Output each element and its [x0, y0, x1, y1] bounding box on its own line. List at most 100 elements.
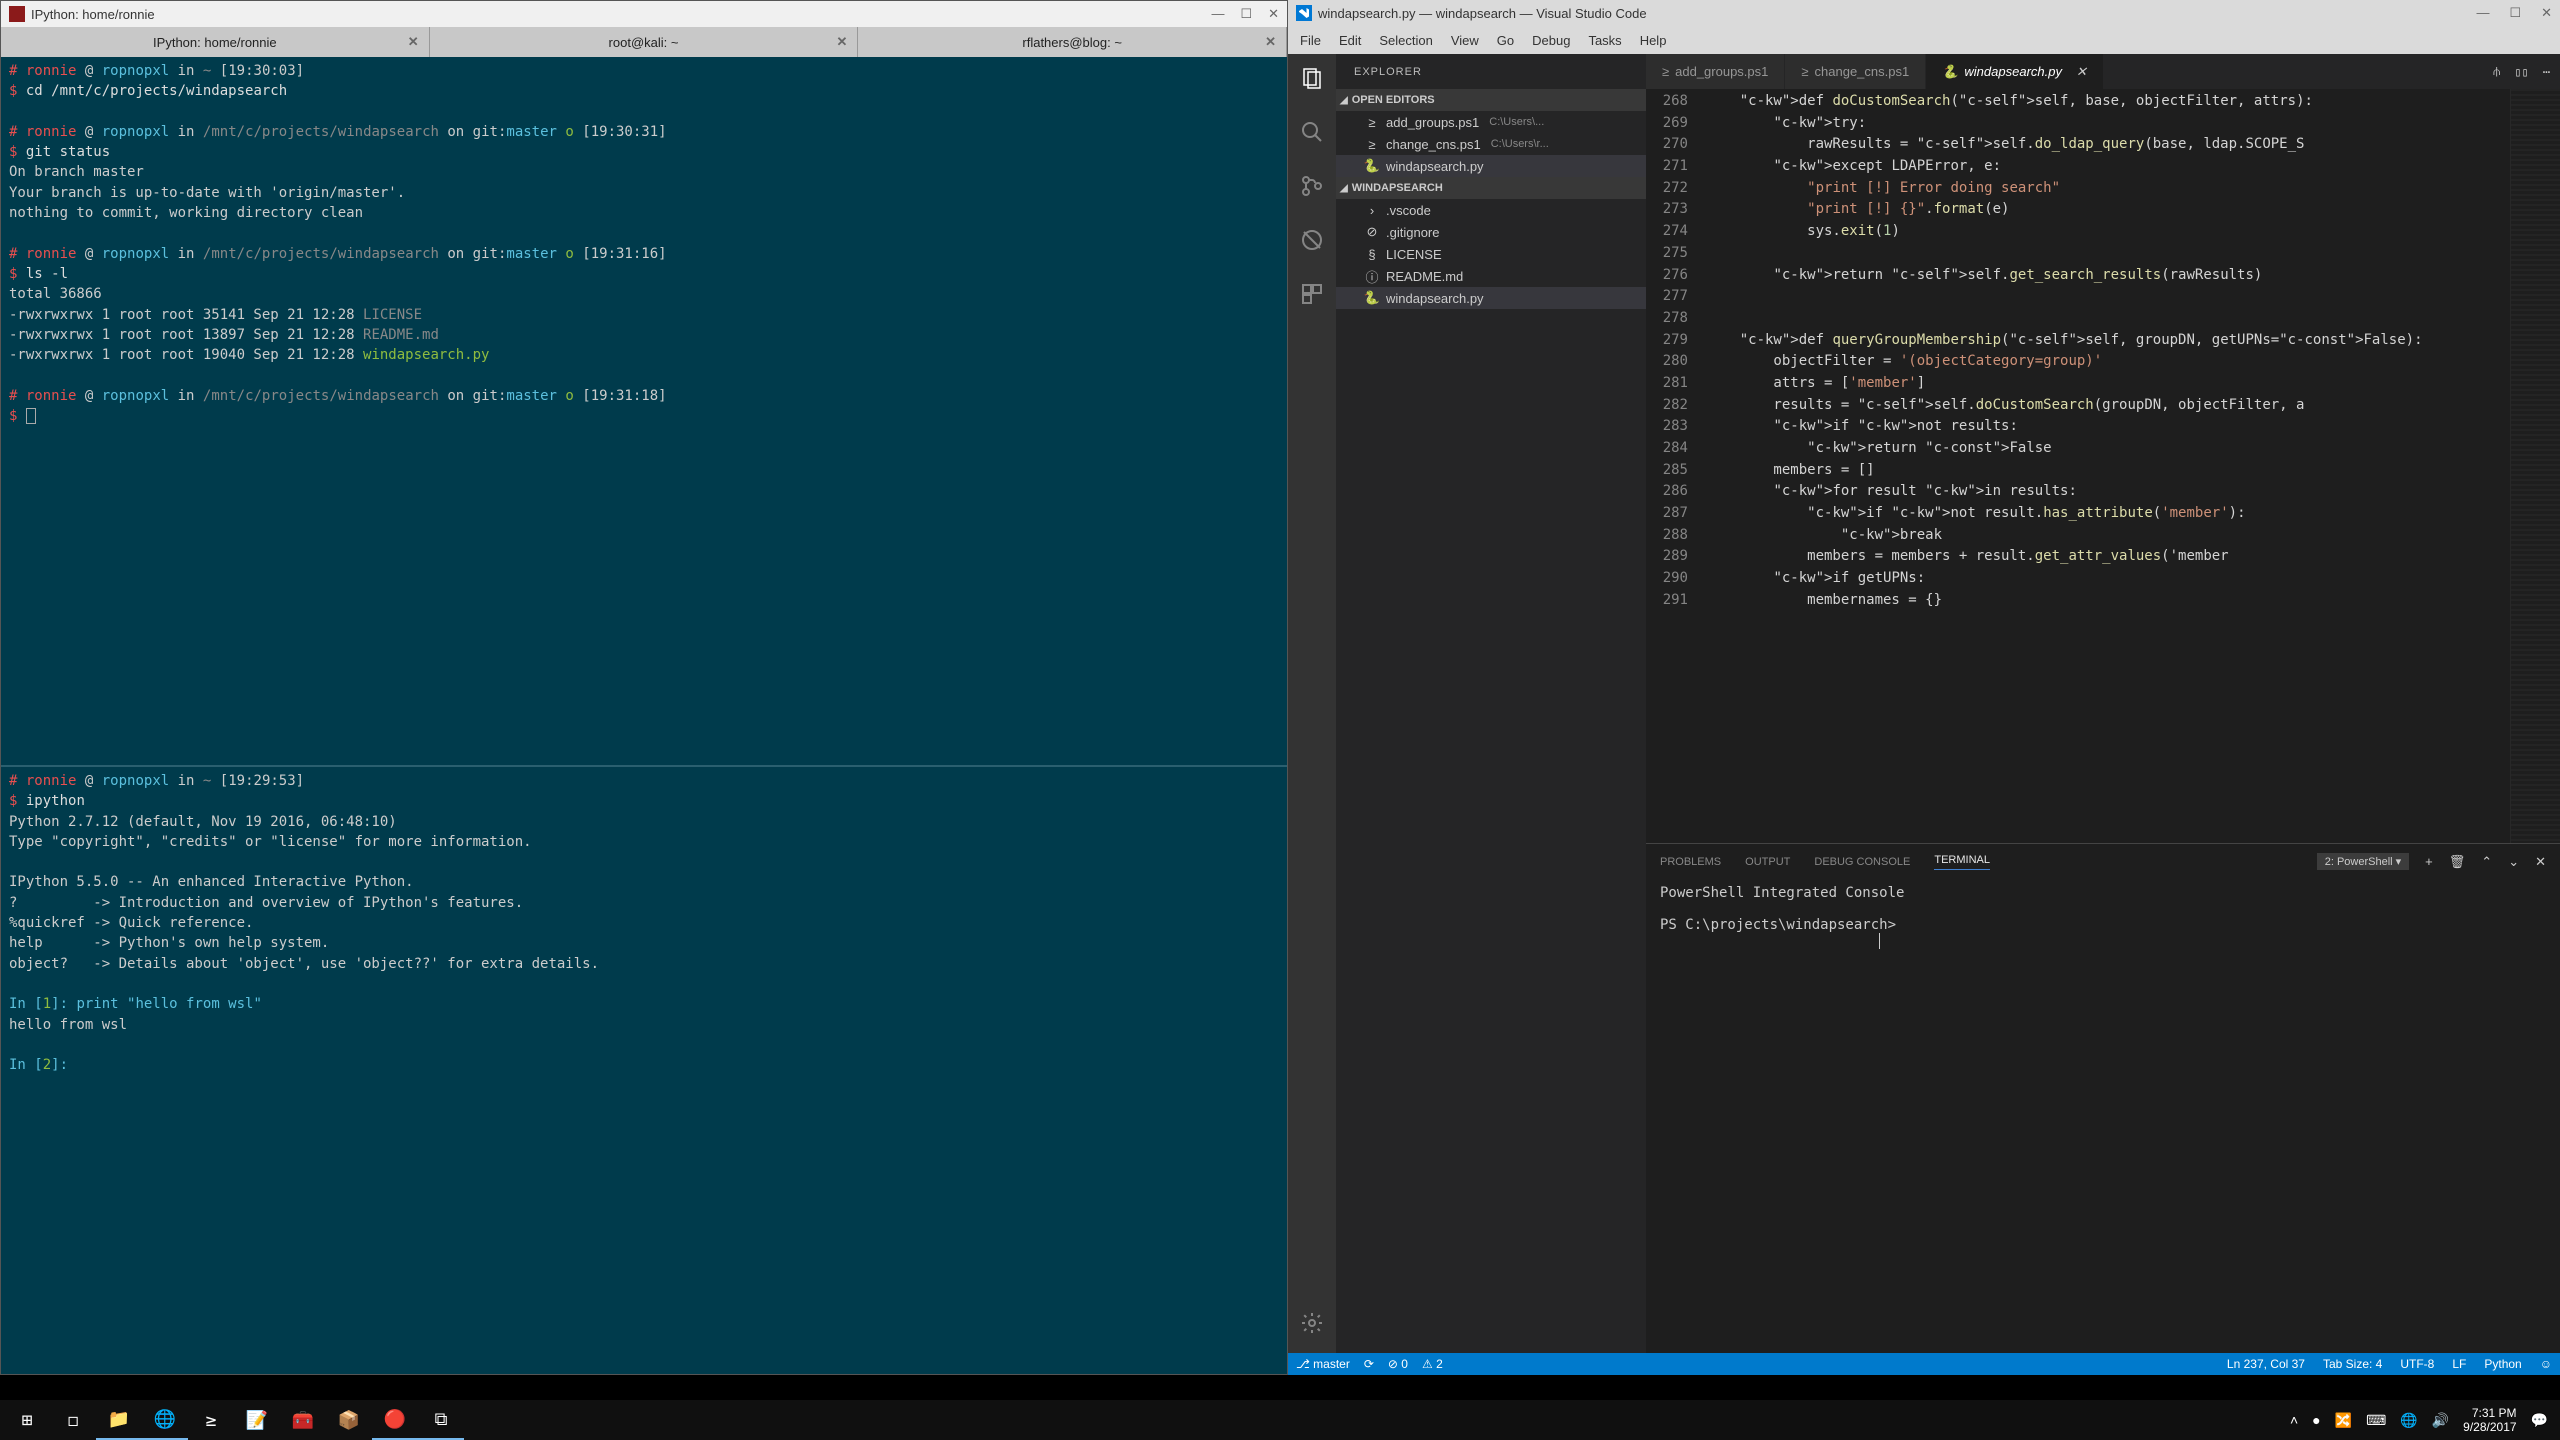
vscode-title: windapsearch.py — windapsearch — Visual … [1318, 6, 2476, 21]
tools-icon[interactable]: 🧰 [280, 1400, 326, 1440]
file-tree-item[interactable]: ⓘREADME.md [1336, 265, 1646, 287]
close-icon[interactable]: ✕ [2076, 64, 2087, 80]
tab-action-icon[interactable]: ⫛ [2493, 64, 2500, 79]
encoding[interactable]: UTF-8 [2400, 1357, 2434, 1371]
terminal-window: IPython: home/ronnie — ☐ ✕ IPython: home… [0, 0, 1288, 1375]
terminal-tab-ipython[interactable]: IPython: home/ronnie✕ [1, 27, 430, 57]
taskbar-clock[interactable]: 7:31 PM 9/28/2017 [2463, 1406, 2516, 1435]
notifications-icon[interactable]: 💬 [2531, 1412, 2548, 1429]
terminal-tab-blog[interactable]: rflathers@blog: ~✕ [858, 27, 1287, 57]
vscode-titlebar[interactable]: windapsearch.py — windapsearch — Visual … [1288, 0, 2560, 26]
file-icon: ≥ [1801, 64, 1808, 79]
maximize-button[interactable]: ☐ [1240, 6, 1252, 22]
close-icon[interactable]: ✕ [1265, 34, 1276, 50]
source-control-icon[interactable] [1298, 172, 1326, 200]
kill-terminal-icon[interactable]: 🗑 [2449, 854, 2466, 870]
terminal-selector[interactable]: 2: PowerShell ▾ [2317, 853, 2409, 870]
branch-indicator[interactable]: ⎇ master [1296, 1357, 1350, 1371]
tray-keyboard-icon[interactable]: ⌨ [2366, 1412, 2386, 1429]
menu-view[interactable]: View [1443, 31, 1487, 50]
sublime-icon[interactable]: 📝 [234, 1400, 280, 1440]
menu-file[interactable]: File [1292, 31, 1329, 50]
start-button[interactable]: ⊞ [4, 1400, 50, 1440]
editor-tab[interactable]: ≥add_groups.ps1 [1646, 54, 1785, 89]
language-mode[interactable]: Python [2484, 1357, 2521, 1371]
folder-header[interactable]: ◢WINDAPSEARCH [1336, 177, 1646, 199]
extensions-icon[interactable] [1298, 280, 1326, 308]
chrome-icon[interactable]: 🌐 [142, 1400, 188, 1440]
close-button[interactable]: ✕ [1268, 6, 1279, 22]
terminal-panel[interactable]: PowerShell Integrated Console PS C:\proj… [1646, 879, 2560, 1353]
file-tree-item[interactable]: ⊘.gitignore [1336, 221, 1646, 243]
tab-debug-console[interactable]: DEBUG CONSOLE [1814, 856, 1910, 868]
file-icon: 🐍 [1364, 158, 1380, 174]
file-tree-item[interactable]: §LICENSE [1336, 243, 1646, 265]
menu-help[interactable]: Help [1632, 31, 1675, 50]
debug-icon[interactable] [1298, 226, 1326, 254]
open-editor-item[interactable]: ≥change_cns.ps1C:\Users\r... [1336, 133, 1646, 155]
file-tree-item[interactable]: 🐍windapsearch.py [1336, 287, 1646, 309]
close-icon[interactable]: ✕ [836, 34, 847, 50]
minimize-button[interactable]: — [1211, 6, 1224, 22]
panel-close-icon[interactable]: ✕ [2535, 854, 2546, 870]
close-icon[interactable]: ✕ [408, 34, 419, 50]
tray-network-icon[interactable]: 🌐 [2400, 1412, 2417, 1429]
eol[interactable]: LF [2452, 1357, 2466, 1371]
terminal-tabs: IPython: home/ronnie✕ root@kali: ~✕ rfla… [1, 27, 1287, 57]
search-icon[interactable] [1298, 118, 1326, 146]
tray-volume-icon[interactable]: 🔊 [2432, 1412, 2449, 1429]
minimize-button[interactable]: — [2476, 5, 2489, 21]
vscode-window: windapsearch.py — windapsearch — Visual … [1288, 0, 2560, 1375]
editor-tab[interactable]: 🐍windapsearch.py✕ [1926, 54, 2104, 89]
open-editor-item[interactable]: ≥add_groups.ps1C:\Users\... [1336, 111, 1646, 133]
powershell-icon[interactable]: ≥ [188, 1400, 234, 1440]
menu-tasks[interactable]: Tasks [1580, 31, 1629, 50]
terminal-tab-kali[interactable]: root@kali: ~✕ [430, 27, 859, 57]
tab-terminal[interactable]: TERMINAL [1934, 854, 1990, 870]
explorer-icon[interactable] [1298, 64, 1326, 92]
tray-sync-icon[interactable]: 🔀 [2335, 1412, 2352, 1429]
chevron-down-icon: ◢ [1340, 95, 1348, 106]
editor-tab[interactable]: ≥change_cns.ps1 [1785, 54, 1926, 89]
settings-icon[interactable] [1298, 1309, 1326, 1337]
vscode-taskbar-icon[interactable]: ⧉ [418, 1400, 464, 1440]
explorer-sidebar: EXPLORER ◢OPEN EDITORS ≥add_groups.ps1C:… [1336, 54, 1646, 1353]
tab-action-icon[interactable]: ▯▯ [2514, 65, 2528, 79]
feedback-icon[interactable]: ☺ [2540, 1357, 2552, 1371]
editor-area[interactable]: 268 269 270 271 272 273 274 275 276 277 … [1646, 89, 2560, 843]
terminal-pane-top[interactable]: # ronnie @ ropnopxl in ~ [19:30:03] $ cd… [1, 57, 1287, 767]
file-tree-item[interactable]: ›.vscode [1336, 199, 1646, 221]
bottom-panel: PROBLEMS OUTPUT DEBUG CONSOLE TERMINAL 2… [1646, 843, 2560, 1353]
terminal-pane-bottom[interactable]: # ronnie @ ropnopxl in ~ [19:29:53] $ ip… [1, 767, 1287, 1375]
tray-status-icon[interactable]: ● [2312, 1412, 2320, 1428]
task-view-button[interactable]: ◻ [50, 1400, 96, 1440]
new-terminal-icon[interactable]: + [2425, 854, 2433, 869]
menu-debug[interactable]: Debug [1524, 31, 1578, 50]
text-cursor [1879, 933, 1880, 949]
code-content[interactable]: "c-kw">def doCustomSearch("c-self">self,… [1706, 89, 2510, 843]
sync-icon[interactable]: ⟳ [1364, 1357, 1374, 1371]
tab-size[interactable]: Tab Size: 4 [2323, 1357, 2382, 1371]
terminal-titlebar[interactable]: IPython: home/ronnie — ☐ ✕ [1, 1, 1287, 27]
menu-edit[interactable]: Edit [1331, 31, 1369, 50]
maximize-button[interactable]: ☐ [2509, 5, 2521, 21]
minimap[interactable] [2510, 89, 2560, 843]
package-icon[interactable]: 📦 [326, 1400, 372, 1440]
panel-up-icon[interactable]: ⌃ [2481, 854, 2492, 870]
menu-selection[interactable]: Selection [1371, 31, 1440, 50]
tab-output[interactable]: OUTPUT [1745, 856, 1790, 868]
tray-overflow-icon[interactable]: ˄ [2290, 1412, 2298, 1428]
cursor-position[interactable]: Ln 237, Col 37 [2227, 1357, 2305, 1371]
menu-go[interactable]: Go [1489, 31, 1522, 50]
open-editors-header[interactable]: ◢OPEN EDITORS [1336, 89, 1646, 111]
tab-problems[interactable]: PROBLEMS [1660, 856, 1721, 868]
panel-down-icon[interactable]: ⌄ [2508, 854, 2519, 870]
close-button[interactable]: ✕ [2541, 5, 2552, 21]
terminal-taskbar-icon[interactable]: 🔴 [372, 1400, 418, 1440]
status-bar: ⎇ master ⟳ ⊘ 0 ⚠ 2 Ln 237, Col 37 Tab Si… [1288, 1353, 2560, 1375]
errors-count[interactable]: ⊘ 0 [1388, 1357, 1408, 1371]
file-explorer-icon[interactable]: 📁 [96, 1400, 142, 1440]
warnings-count[interactable]: ⚠ 2 [1422, 1357, 1443, 1371]
tab-action-icon[interactable]: ⋯ [2543, 65, 2550, 79]
open-editor-item[interactable]: 🐍windapsearch.py [1336, 155, 1646, 177]
